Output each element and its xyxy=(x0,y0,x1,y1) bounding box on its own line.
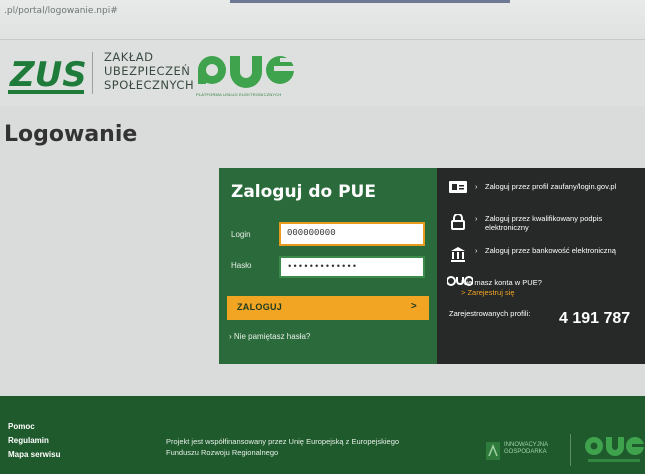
lock-icon xyxy=(449,213,467,230)
innovative-economy-text: INNOWACYJNA GOSPODARKA xyxy=(504,442,548,455)
no-account-text: Nie masz konta w PUE? xyxy=(461,278,542,287)
org-name-line-2: UBEZPIECZEŃ xyxy=(104,64,191,78)
register-link[interactable]: > Zarejestruj się xyxy=(461,288,542,298)
chevron-right-icon: > xyxy=(410,301,417,312)
no-account-block: Nie masz konta w PUE? > Zarejestruj się xyxy=(461,278,542,298)
project-funding-note: Projekt jest współfinansowany przez Unię… xyxy=(166,437,400,457)
id-card-icon xyxy=(449,180,467,196)
login-title: Zaloguj do PUE xyxy=(231,182,376,202)
site-header: ZUS ZAKŁAD UBEZPIECZEŃ SPOŁECZNYCH PLATF… xyxy=(0,40,645,106)
url-text[interactable]: .pl/portal/logowanie.npi# xyxy=(4,6,118,16)
login-option-bank-label: Zaloguj przez bankowość elektroniczną xyxy=(485,246,616,255)
password-label: Hasło xyxy=(231,261,252,270)
footer-divider xyxy=(570,434,571,466)
forgot-password-label: Nie pamiętasz hasła? xyxy=(233,332,311,341)
svg-text:ZUS: ZUS xyxy=(9,55,86,95)
org-name-line-1: ZAKŁAD xyxy=(104,50,154,64)
login-option-bank[interactable]: › Zaloguj przez bankowość elektroniczną xyxy=(475,246,616,255)
registered-profiles-count: 4 191 787 xyxy=(559,310,631,327)
header-divider xyxy=(92,52,93,94)
org-name-line-3: SPOŁECZNYCH xyxy=(104,78,195,92)
login-button[interactable]: ZALOGUJ > xyxy=(227,296,429,320)
org-name: ZAKŁAD UBEZPIECZEŃ SPOŁECZNYCH xyxy=(104,50,194,92)
forgot-password-link[interactable]: › Nie pamiętasz hasła? xyxy=(229,332,310,341)
login-label: Login xyxy=(231,230,251,239)
login-option-profil-label: Zaloguj przez profil zaufany/login.gov.p… xyxy=(485,182,617,191)
login-button-label: ZALOGUJ xyxy=(237,302,283,312)
alternative-login-panel: › Zaloguj przez profil zaufany/login.gov.… xyxy=(437,168,645,364)
bank-icon xyxy=(449,246,467,262)
login-panel: Zaloguj do PUE Login 000000000 Hasło •••… xyxy=(219,168,437,364)
site-footer: Pomoc Regulamin Mapa serwisu Projekt jes… xyxy=(0,396,645,474)
footer-link-terms[interactable]: Regulamin xyxy=(8,434,60,448)
zus-logo[interactable]: ZUS xyxy=(8,50,86,96)
footer-link-help[interactable]: Pomoc xyxy=(8,420,60,434)
login-option-signature[interactable]: › Zaloguj przez kwalifikowany podpis elek… xyxy=(475,214,645,232)
browser-address-bar: .pl/portal/logowanie.npi# xyxy=(0,0,645,40)
stat-label: Zarejestrowanych profili: xyxy=(449,309,531,318)
platform-tagline: PLATFORMA USŁUG ELEKTRONICZNYCH xyxy=(196,92,282,97)
footer-pue-logo xyxy=(585,437,644,462)
footer-link-sitemap[interactable]: Mapa serwisu xyxy=(8,448,60,462)
login-input[interactable]: 000000000 xyxy=(279,222,425,246)
footer-links: Pomoc Regulamin Mapa serwisu xyxy=(8,420,60,462)
page-title: Logowanie xyxy=(4,122,138,147)
tab-strip-edge xyxy=(230,0,510,3)
password-input[interactable]: ••••••••••••• xyxy=(279,256,425,278)
login-option-profil[interactable]: › Zaloguj przez profil zaufany/login.gov.… xyxy=(475,182,617,191)
login-option-signature-label: Zaloguj przez kwalifikowany podpis elekt… xyxy=(485,214,603,232)
